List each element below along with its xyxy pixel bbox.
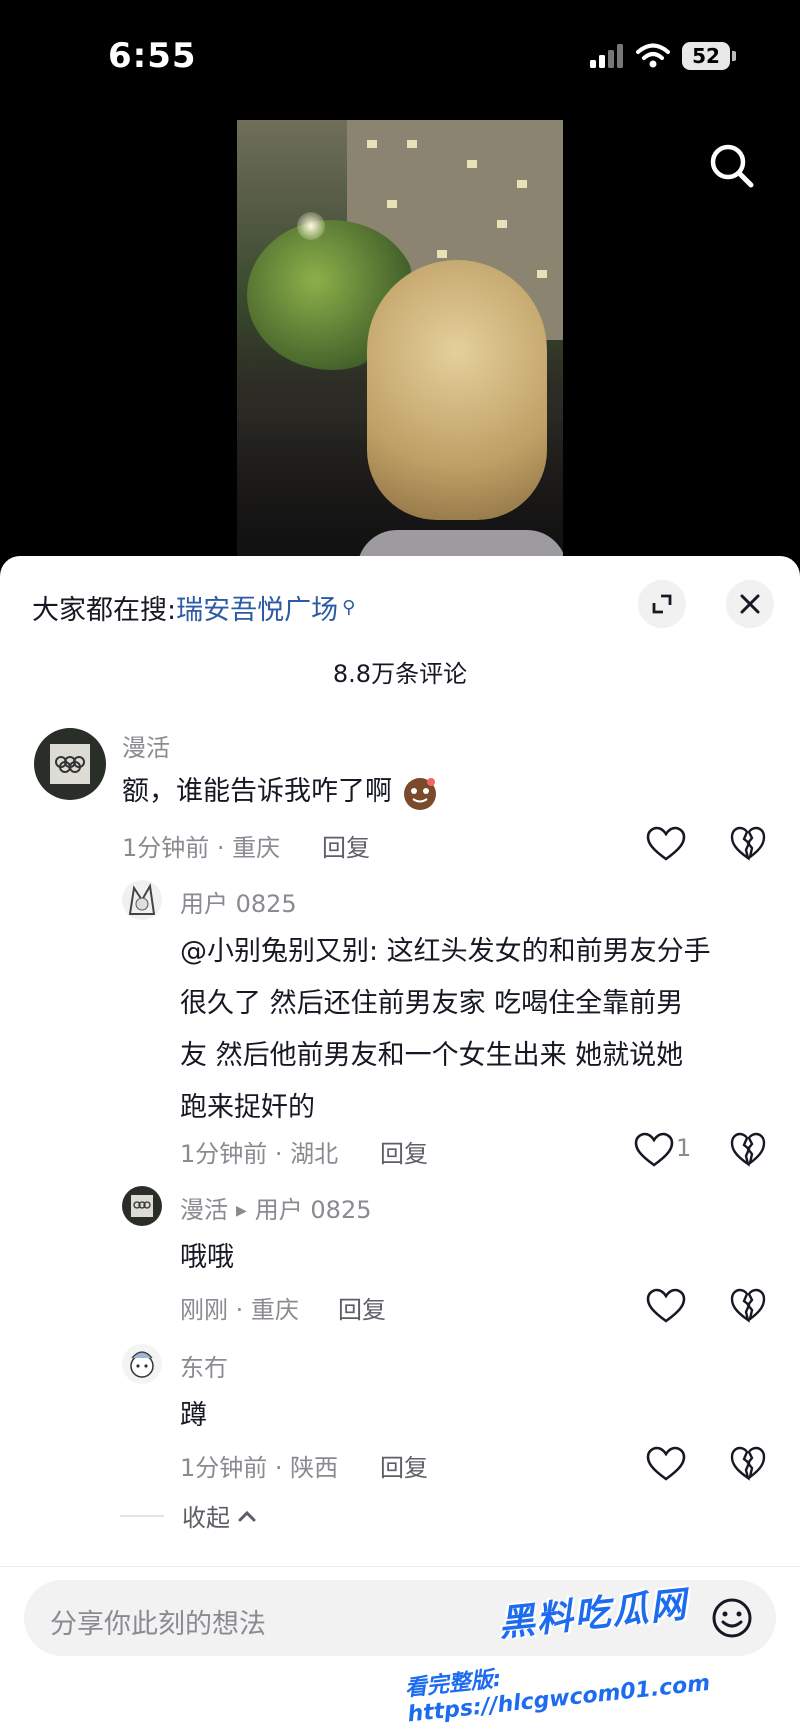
reply-button[interactable]: 回复 xyxy=(380,1448,428,1483)
emoji-icon xyxy=(403,777,436,810)
heart-icon[interactable] xyxy=(634,1132,674,1168)
comment-username: 漫活 ▶ 用户 0825 xyxy=(180,1190,372,1225)
status-bar: 6:55 52 xyxy=(0,0,800,110)
avatar[interactable] xyxy=(122,1344,162,1384)
expand-button[interactable] xyxy=(638,580,686,628)
comment-input-placeholder: 分享你此刻的想法 xyxy=(50,1609,266,1640)
reply-to-username[interactable]: 用户 0825 xyxy=(255,1196,372,1224)
search-icon: ⚲ xyxy=(342,597,356,618)
search-suggestion[interactable]: 大家都在搜: 瑞安吾悦广场 ⚲ xyxy=(32,588,355,627)
signal-icon xyxy=(590,44,623,68)
comment-count: 8.8万条评论 xyxy=(332,660,468,688)
chevron-up-icon xyxy=(238,1510,256,1521)
search-suggestion-keyword[interactable]: 瑞安吾悦广场 xyxy=(176,588,338,627)
comment-meta: 1分钟前 · 陕西 xyxy=(180,1454,339,1482)
comment-text: 蹲 xyxy=(180,1400,207,1431)
heart-icon[interactable] xyxy=(646,1446,686,1482)
collapse-label: 收起 xyxy=(182,1504,230,1532)
video-streetlight xyxy=(297,212,325,240)
reply-button[interactable]: 回复 xyxy=(380,1134,428,1169)
broken-heart-icon[interactable] xyxy=(730,1446,766,1482)
reply-button[interactable]: 回复 xyxy=(338,1290,386,1325)
wifi-icon xyxy=(636,43,670,68)
heart-icon[interactable] xyxy=(646,826,686,862)
comment-username[interactable]: 用户 0825 xyxy=(180,884,297,919)
comment-username[interactable]: 漫活 xyxy=(122,728,170,763)
status-icons: 52 xyxy=(590,42,736,70)
comment-meta: 1分钟前 · 重庆 xyxy=(122,834,281,862)
comment-username[interactable]: 漫活 xyxy=(180,1196,228,1224)
video-person-head xyxy=(367,260,547,520)
avatar[interactable] xyxy=(122,880,162,920)
smiley-icon[interactable] xyxy=(710,1596,754,1640)
comment-text: @小别兔别又别: 这红头发女的和前男友分手 很久了 然后还住前男友家 吃喝住全靠… xyxy=(180,936,711,1123)
close-button[interactable] xyxy=(726,580,774,628)
footer-divider xyxy=(0,1566,800,1567)
avatar[interactable] xyxy=(122,1186,162,1226)
comment-text: 哦哦 xyxy=(180,1242,234,1273)
comment-meta: 1分钟前 · 湖北 xyxy=(180,1140,339,1168)
reply-arrow-icon: ▶ xyxy=(236,1203,247,1219)
avatar-image xyxy=(130,1351,154,1378)
battery-icon: 52 xyxy=(682,42,736,70)
avatar-image xyxy=(128,882,156,915)
collapse-divider xyxy=(120,1514,164,1517)
reply-button[interactable]: 回复 xyxy=(322,828,370,863)
expand-icon xyxy=(652,594,672,614)
avatar-image xyxy=(131,1195,153,1217)
video-player[interactable] xyxy=(237,120,563,560)
heart-icon[interactable] xyxy=(646,1288,686,1324)
collapse-replies-button[interactable]: 收起 xyxy=(120,1498,258,1533)
avatar-image xyxy=(50,744,90,784)
broken-heart-icon[interactable] xyxy=(730,826,766,862)
comment-meta: 刚刚 · 重庆 xyxy=(180,1296,299,1324)
search-icon[interactable] xyxy=(704,138,760,194)
comment-username[interactable]: 东冇 xyxy=(180,1348,228,1383)
close-icon xyxy=(740,594,760,614)
broken-heart-icon[interactable] xyxy=(730,1132,766,1168)
battery-level: 52 xyxy=(682,42,730,70)
clock: 6:55 xyxy=(108,36,197,76)
comments-sheet: 大家都在搜: 瑞安吾悦广场 ⚲ 8.8万条评论 漫活 额，谁能告诉我咋了啊 1分… xyxy=(0,556,800,1736)
search-suggestion-prefix: 大家都在搜: xyxy=(32,595,177,626)
comment-text: 额，谁能告诉我咋了啊 xyxy=(122,766,439,818)
like-count: 1 xyxy=(676,1134,692,1162)
avatar[interactable] xyxy=(34,728,106,800)
broken-heart-icon[interactable] xyxy=(730,1288,766,1324)
